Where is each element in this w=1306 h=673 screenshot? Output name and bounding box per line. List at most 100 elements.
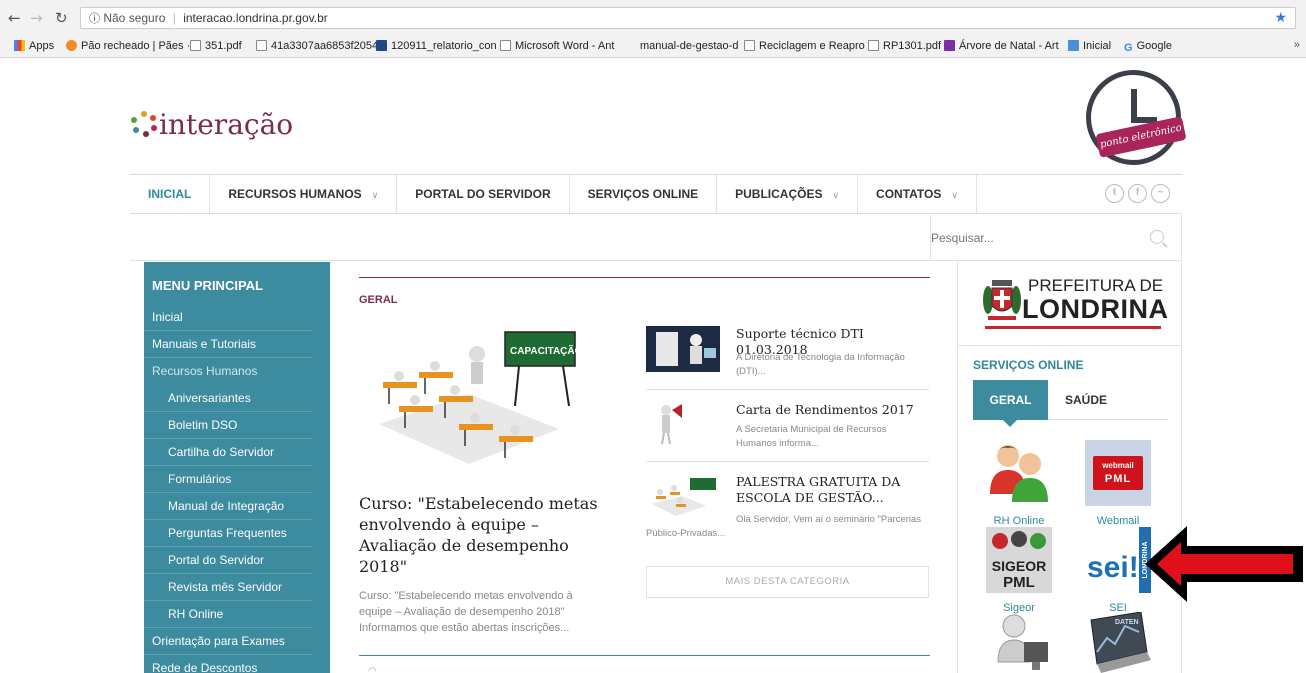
prefeitura-underline (985, 326, 1161, 329)
rh-online-icon (990, 445, 1048, 502)
computer-user-icon (997, 614, 1048, 670)
logo-text: interação (159, 107, 294, 141)
reload-icon[interactable]: ↻ (55, 9, 68, 27)
ponto-eletronico-clock[interactable]: ponto eletrônico (1086, 70, 1187, 165)
sidebar-item-recursos-humanos[interactable]: Recursos Humanos (144, 358, 312, 385)
prefeitura-crest-icon (983, 280, 1021, 320)
service-computer-user[interactable] (984, 612, 1054, 673)
sidebar: MENU PRINCIPAL Inicial Manuais e Tutoria… (144, 262, 330, 673)
section-divider (359, 655, 930, 656)
sidebar-item-inicial[interactable]: Inicial (144, 304, 312, 331)
bookmark-item[interactable]: RP1301.pdf (868, 40, 941, 52)
sidebar-item-revista[interactable]: Revista mês Servidor (144, 574, 312, 601)
section-divider (359, 277, 930, 278)
bookmark-item[interactable]: Pão recheado | Pães · (66, 40, 190, 52)
site-icon (1068, 40, 1079, 51)
url-separator: | (172, 11, 176, 25)
bookmark-star-icon[interactable]: ★ (1274, 8, 1287, 28)
bookmark-item[interactable]: 120911_relatorio_con (376, 40, 497, 52)
prefeitura-line2: LONDRINA (1022, 294, 1169, 324)
nav-portal-do-servidor[interactable]: PORTAL DO SERVIDOR (397, 175, 570, 213)
site-logo[interactable]: interação (131, 104, 293, 144)
security-label: Não seguro (103, 11, 166, 25)
tab-geral[interactable]: GERAL (973, 380, 1048, 427)
news-excerpt: Olá Servidor, Vem aí o seminário "Parcer… (646, 514, 922, 539)
sidebar-item-boletim-dso[interactable]: Boletim DSO (144, 412, 312, 439)
bookmark-item[interactable]: Árvore de Natal - Art (944, 40, 1059, 52)
sidebar-item-portal[interactable]: Portal do Servidor (144, 547, 312, 574)
news-excerpt: A Secretaria Municipal de Recursos Human… (736, 424, 887, 449)
more-in-category-button[interactable]: MAIS DESTA CATEGORIA (646, 566, 929, 598)
twitter-icon[interactable]: t (1105, 184, 1124, 203)
nav-servicos-online[interactable]: SERVIÇOS ONLINE (570, 175, 718, 213)
service-daten[interactable]: DATEN (1083, 611, 1153, 673)
ipea-icon (376, 40, 387, 51)
search-row (130, 215, 1182, 261)
prefeitura-line1: PREFEITURA DE (1028, 276, 1164, 295)
site-icon (66, 40, 77, 51)
sigeor-badge-top: SIGEOR (992, 558, 1046, 574)
sidebar-title: MENU PRINCIPAL (152, 278, 263, 293)
sidebar-item-aniversariantes[interactable]: Aniversariantes (144, 385, 312, 412)
news-title: PALESTRA GRATUITA DA ESCOLA DE GESTÃO... (736, 474, 901, 505)
featured-excerpt: Curso: "Estabelecendo metas envolvendo à… (359, 590, 573, 634)
chevron-down-icon: ∨ (951, 191, 958, 201)
news-item[interactable]: PALESTRA GRATUITA DA ESCOLA DE GESTÃO...… (646, 474, 929, 544)
site-icon (944, 40, 955, 51)
browser-toolbar: ← → ↻ ⓘ Não seguro | interacao.londrina.… (0, 0, 1306, 36)
logo-mark-icon (131, 111, 157, 137)
bookmark-apps[interactable]: Apps (14, 40, 54, 52)
bookmark-google[interactable]: G Google (1124, 40, 1172, 54)
sidebar-item-manuais[interactable]: Manuais e Tutoriais (144, 331, 312, 358)
bookmarks-more-button[interactable]: » (1294, 39, 1300, 51)
sidebar-item-perguntas[interactable]: Perguntas Frequentes (144, 520, 312, 547)
service-sigeor[interactable]: SIGEOR PML Sigeor (984, 527, 1054, 614)
next-section-icon: ◠ (368, 666, 377, 673)
nav-publicacoes[interactable]: PUBLICAÇÕES ∨ (717, 175, 859, 213)
news-item[interactable]: Suporte técnico DTI 01.03.2018 A Diretor… (646, 326, 929, 390)
chevron-down-icon: ∨ (371, 191, 379, 201)
sidebar-item-orientacao[interactable]: Orientação para Exames (144, 628, 312, 655)
news-item[interactable]: Carta de Rendimentos 2017 A Secretaria M… (646, 402, 929, 462)
nav-contatos[interactable]: CONTATOS ∨ (858, 175, 977, 213)
annotation-arrow-icon (1145, 526, 1303, 602)
sidebar-item-rh-online[interactable]: RH Online (144, 601, 312, 628)
search-icon[interactable] (1150, 230, 1164, 244)
featured-title[interactable]: Curso: "Estabelecendo metas envolvendo à… (359, 493, 599, 577)
sidebar-item-rede-descontos[interactable]: Rede de Descontos (144, 655, 312, 673)
sidebar-item-cartilha[interactable]: Cartilha do Servidor (144, 439, 312, 466)
service-label: RH Online (993, 515, 1045, 527)
bookmark-item[interactable]: Reciclagem e Reapro (744, 40, 865, 52)
document-icon (190, 40, 201, 51)
back-icon[interactable]: ← (8, 9, 21, 27)
service-rh-online[interactable]: RH Online (984, 440, 1054, 527)
facebook-icon[interactable]: f (1128, 184, 1147, 203)
news-thumbnail (646, 326, 720, 372)
section-title: GERAL (359, 294, 398, 306)
sei-icon: sei! LONDRINA (1085, 527, 1151, 593)
rss-icon[interactable]: ~ (1151, 184, 1170, 203)
bookmark-item[interactable]: Inicial (1068, 40, 1111, 52)
news-title: Carta de Rendimentos 2017 (736, 402, 914, 417)
bookmark-item[interactable]: manual-de-gestao-d (640, 40, 738, 52)
info-icon[interactable]: ⓘ (89, 12, 100, 25)
address-bar[interactable]: ⓘ Não seguro | interacao.londrina.pr.gov… (80, 7, 1296, 29)
document-icon (744, 40, 755, 51)
bookmark-item[interactable]: 351.pdf (190, 40, 242, 52)
forward-icon[interactable]: → (30, 9, 43, 27)
nav-inicial[interactable]: INICIAL (130, 175, 211, 213)
bookmark-item[interactable]: 41a3307aa6853f2054 (256, 40, 378, 52)
tab-saude[interactable]: SAÚDE (1051, 380, 1121, 420)
services-tabs: GERAL SAÚDE (973, 380, 1168, 427)
bookmark-item[interactable]: Microsoft Word - Ant (500, 40, 614, 52)
sidebar-item-formularios[interactable]: Formulários (144, 466, 312, 493)
service-webmail[interactable]: webmail PML Webmail (1083, 440, 1153, 527)
search-input[interactable] (931, 228, 1131, 248)
chevron-down-icon: ∨ (832, 191, 840, 201)
featured-image[interactable]: CAPACITAÇÃO (359, 324, 591, 474)
daten-badge: DATEN (1115, 619, 1139, 626)
nav-recursos-humanos[interactable]: RECURSOS HUMANOS ∨ (210, 175, 398, 213)
sidebar-item-manual-integracao[interactable]: Manual de Integração (144, 493, 312, 520)
news-thumbnail (646, 402, 720, 448)
webmail-badge-top: webmail (1101, 461, 1134, 470)
